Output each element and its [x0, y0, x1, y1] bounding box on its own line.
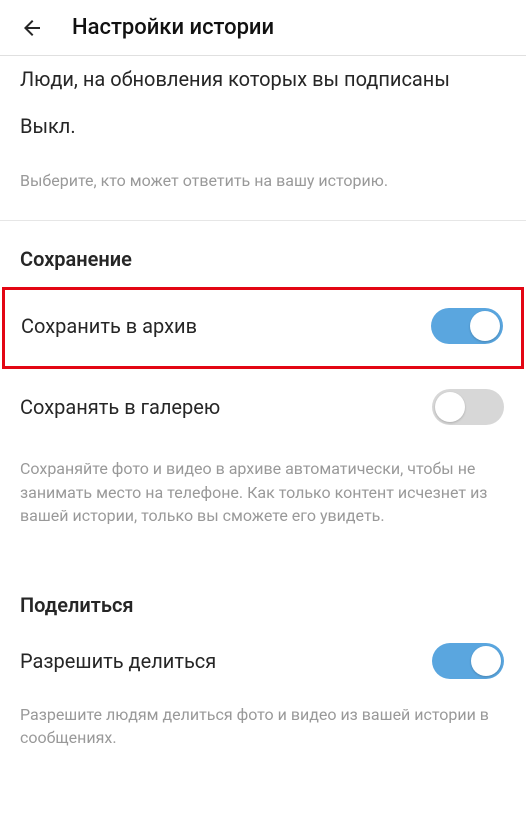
toggle-save-archive[interactable]	[431, 308, 503, 344]
section-title-saving: Сохранение	[20, 247, 506, 271]
sharing-hint: Разрешите людям делиться фото и видео из…	[20, 703, 506, 749]
content: Люди, на обновления которых вы подписаны…	[0, 66, 526, 749]
row-save-gallery[interactable]: Сохранять в галерею	[20, 383, 506, 431]
divider	[0, 220, 526, 221]
row-save-archive[interactable]: Сохранить в архив	[21, 302, 505, 350]
replies-hint: Выберите, кто может ответить на вашу ист…	[20, 170, 506, 192]
toggle-allow-sharing[interactable]	[432, 643, 504, 679]
toggle-knob	[470, 311, 500, 341]
reply-option-off[interactable]: Выкл.	[20, 113, 506, 140]
toggle-save-gallery[interactable]	[432, 389, 504, 425]
page-title: Настройки истории	[72, 15, 274, 40]
reply-option-followed[interactable]: Люди, на обновления которых вы подписаны	[20, 66, 506, 93]
toggle-knob	[471, 646, 501, 676]
save-gallery-label: Сохранять в галерею	[20, 395, 220, 419]
row-allow-sharing[interactable]: Разрешить делиться	[20, 637, 506, 685]
toggle-knob	[435, 392, 465, 422]
arrow-left-icon	[20, 16, 44, 40]
highlight-box: Сохранить в архив	[2, 287, 524, 369]
section-title-sharing: Поделиться	[20, 593, 506, 617]
save-archive-label: Сохранить в архив	[21, 314, 197, 338]
back-button[interactable]	[12, 8, 52, 48]
header: Настройки истории	[0, 0, 526, 56]
allow-sharing-label: Разрешить делиться	[20, 649, 216, 673]
saving-hint: Сохраняйте фото и видео в архиве автомат…	[20, 457, 506, 527]
